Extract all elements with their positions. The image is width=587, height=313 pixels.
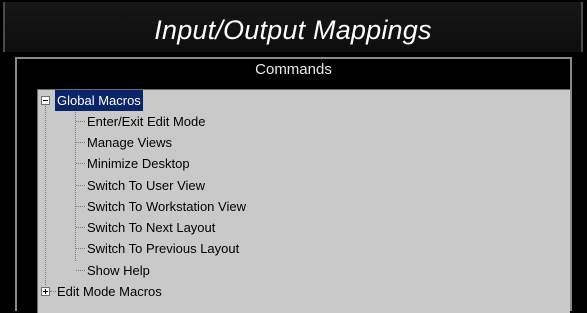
tree-item-label: Switch To Previous Layout [87, 241, 240, 256]
tree-item-label: Manage Views [87, 135, 173, 150]
tree-item-manage-views[interactable]: Manage Views [38, 132, 338, 153]
expand-plus-icon[interactable] [41, 287, 50, 296]
tree-item-label: Global Macros [55, 90, 143, 111]
commands-groupbox: Commands Global Macros Enter/Exit Edit M… [15, 57, 572, 313]
tree-item-label: Switch To Next Layout [87, 220, 216, 235]
tree-item-switch-to-user-view[interactable]: Switch To User View [38, 175, 338, 196]
tree-item-label: Switch To Workstation View [87, 199, 246, 214]
commands-group-label: Commands [255, 61, 332, 78]
tree-item-switch-to-previous-layout[interactable]: Switch To Previous Layout [38, 238, 338, 259]
collapse-minus-icon[interactable] [41, 96, 50, 105]
tree-item-label: Switch To User View [87, 178, 206, 193]
tree-item-label: Minimize Desktop [87, 156, 190, 171]
tree-item-label: Enter/Exit Edit Mode [87, 114, 206, 129]
tree-item-edit-mode-macros[interactable]: Edit Mode Macros [38, 281, 338, 302]
page-title: Input/Output Mappings [154, 15, 432, 45]
title-bar: Input/Output Mappings [3, 2, 583, 52]
commands-tree[interactable]: Global Macros Enter/Exit Edit Mode Manag… [37, 89, 570, 313]
tree-item-minimize-desktop[interactable]: Minimize Desktop [38, 153, 338, 174]
tree-item-switch-to-workstation-view[interactable]: Switch To Workstation View [38, 196, 338, 217]
tree-item-enter-exit-edit-mode[interactable]: Enter/Exit Edit Mode [38, 111, 338, 132]
tree-item-label: Edit Mode Macros [57, 284, 162, 299]
tree-item-global-macros[interactable]: Global Macros [38, 90, 338, 111]
tree-item-show-help[interactable]: Show Help [38, 260, 338, 281]
tree-item-label: Show Help [87, 263, 150, 278]
tree-item-switch-to-next-layout[interactable]: Switch To Next Layout [38, 217, 338, 238]
